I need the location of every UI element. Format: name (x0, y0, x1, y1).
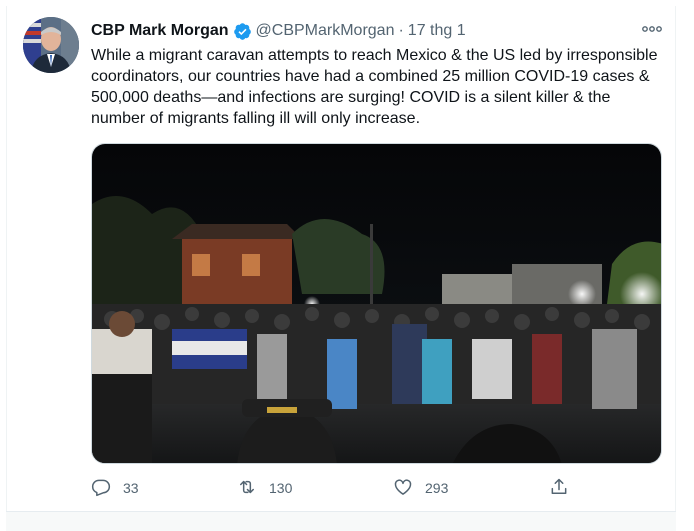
reply-button[interactable]: 33 (91, 477, 139, 499)
tweet-text: While a migrant caravan attempts to reac… (91, 47, 658, 127)
share-button[interactable] (549, 477, 569, 499)
author-handle[interactable]: @CBPMarkMorgan (256, 22, 395, 40)
like-button[interactable]: 293 (393, 477, 448, 499)
verified-badge-icon (233, 22, 252, 41)
retweet-icon (237, 477, 257, 500)
tweet-screenshot: CBP Mark Morgan @CBPMarkMorgan · 17 thg … (0, 0, 694, 531)
tweet-photo[interactable] (91, 143, 662, 464)
tweet-header: CBP Mark Morgan @CBPMarkMorgan · 17 thg … (91, 20, 466, 42)
reply-icon (91, 477, 111, 500)
like-icon (393, 477, 413, 500)
like-count: 293 (425, 480, 449, 496)
retweet-count: 130 (269, 480, 293, 496)
separator-dot: · (398, 22, 404, 39)
retweet-button[interactable]: 130 (237, 477, 292, 499)
tweet-actions: 33 130 293 (91, 477, 571, 499)
reply-count: 33 (123, 480, 139, 496)
tweet-card[interactable]: CBP Mark Morgan @CBPMarkMorgan · 17 thg … (6, 6, 676, 511)
avatar[interactable] (23, 17, 79, 73)
author-name[interactable]: CBP Mark Morgan (91, 22, 229, 40)
share-icon (549, 477, 569, 500)
more-options-icon[interactable] (641, 20, 663, 38)
timeline-divider (6, 511, 676, 531)
tweet-timestamp[interactable]: 17 thg 1 (408, 22, 466, 40)
